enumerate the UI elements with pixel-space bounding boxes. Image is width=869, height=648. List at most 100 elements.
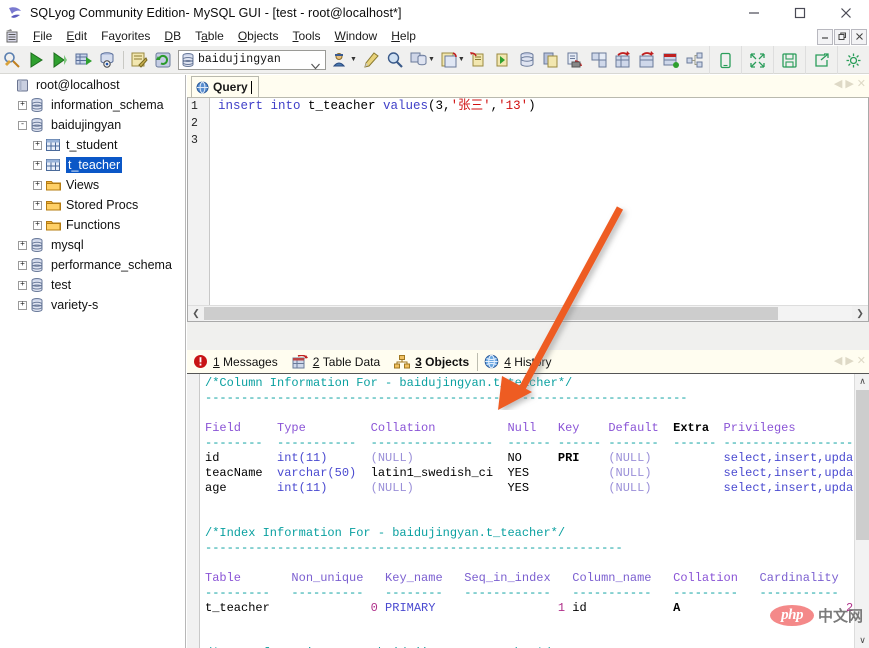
tree-collapse-icon[interactable]: -: [18, 120, 27, 130]
tree-expand-icon[interactable]: +: [18, 280, 27, 290]
tab-table-data[interactable]: 2 Table Data: [286, 350, 388, 373]
tree-node-t-teacher[interactable]: + t_teacher: [0, 155, 185, 175]
tree-expand-icon[interactable]: +: [18, 300, 27, 310]
table-data-icon[interactable]: [660, 48, 682, 72]
save-layout-icon[interactable]: [773, 46, 805, 74]
schema-designer-icon[interactable]: [438, 48, 460, 72]
result-nav-next-icon[interactable]: ▶: [845, 356, 853, 367]
menu-help[interactable]: Help: [384, 27, 423, 46]
scroll-up-icon[interactable]: ∧: [855, 374, 869, 389]
menu-window[interactable]: Window: [328, 27, 385, 46]
hscroll-track[interactable]: [204, 306, 852, 321]
tree-expand-icon[interactable]: +: [33, 180, 42, 190]
sql-editor[interactable]: 1 2 3 insert into t_teacher values(3,'张三',…: [187, 97, 869, 322]
close-button[interactable]: [823, 0, 869, 26]
import-data-icon[interactable]: [468, 48, 490, 72]
object-browser-tree[interactable]: root@localhost + information_schema - baiduj…: [0, 75, 186, 648]
scroll-down-icon[interactable]: ∨: [855, 633, 869, 648]
user-manager-icon[interactable]: [330, 48, 352, 72]
new-connection-icon[interactable]: [1, 48, 23, 72]
mdi-close-button[interactable]: [851, 28, 867, 45]
result-nav-close-icon[interactable]: ✕: [857, 356, 866, 367]
share-icon[interactable]: [805, 46, 837, 74]
hscroll-thumb[interactable]: [204, 307, 778, 320]
result-tab-nav[interactable]: ◀ ▶ ✕: [834, 356, 866, 367]
tree-expand-icon[interactable]: +: [18, 260, 27, 270]
menu-table[interactable]: Table: [188, 27, 231, 46]
tree-expand-icon[interactable]: +: [18, 240, 27, 250]
mdi-restore-button[interactable]: [834, 28, 850, 45]
query-nav-prev-icon[interactable]: ◀: [834, 79, 842, 90]
database-selector[interactable]: baidujingyan: [178, 49, 326, 70]
tab-messages[interactable]: 1 Messages: [187, 350, 286, 373]
backup-database-icon[interactable]: [516, 48, 538, 72]
tree-node-t-student[interactable]: + t_student: [0, 135, 185, 155]
tree-node-views[interactable]: + Views: [0, 175, 185, 195]
tree-expand-icon[interactable]: +: [18, 100, 27, 110]
clean-format-icon[interactable]: [360, 48, 382, 72]
execute-query-icon[interactable]: [25, 48, 47, 72]
restore-database-icon[interactable]: [636, 48, 658, 72]
query-nav-next-icon[interactable]: ▶: [845, 79, 853, 90]
tree-expand-icon[interactable]: +: [33, 220, 42, 230]
table-diagnostics-icon[interactable]: [588, 48, 610, 72]
menu-edit[interactable]: Edit: [59, 27, 94, 46]
object-browser-icon[interactable]: [684, 48, 706, 72]
result-nav-prev-icon[interactable]: ◀: [834, 356, 842, 367]
execute-all-queries-icon[interactable]: [49, 48, 71, 72]
copy-database-icon[interactable]: [540, 48, 562, 72]
tree-node-baidujingyan[interactable]: - baidujingyan: [0, 115, 185, 135]
chevron-down-icon[interactable]: [311, 57, 320, 69]
vscroll-thumb[interactable]: [856, 390, 869, 540]
execute-query-grid-icon[interactable]: [73, 48, 95, 72]
comment-text: /*Index Information For - baidujingyan.t…: [205, 526, 566, 540]
header-rule: ---------: [205, 586, 292, 600]
tree-node-stored-procs[interactable]: + Stored Procs: [0, 195, 185, 215]
mobile-view-icon[interactable]: [709, 46, 741, 74]
tree-expand-icon[interactable]: +: [33, 200, 42, 210]
index-header: Table: [205, 571, 292, 585]
execute-query-preview-icon[interactable]: [97, 48, 119, 72]
export-to-csv-icon[interactable]: [564, 48, 586, 72]
sql-editor-icon[interactable]: [128, 48, 150, 72]
editor-horizontal-scrollbar[interactable]: ❮ ❯: [188, 305, 868, 321]
tree-node-performance-schema[interactable]: + performance_schema: [0, 255, 185, 275]
tab-objects[interactable]: 3 Objects: [388, 350, 477, 373]
tree-node-mysql[interactable]: + mysql: [0, 235, 185, 255]
restore-table-icon[interactable]: [612, 48, 634, 72]
tree-node-functions[interactable]: + Functions: [0, 215, 185, 235]
refresh-objects-icon[interactable]: [152, 48, 174, 72]
column-header: Privileges: [723, 421, 868, 435]
column-info-rule: ----------------------------------------…: [205, 391, 853, 406]
scroll-left-icon[interactable]: ❮: [188, 306, 204, 321]
line-number-gutter: 1 2 3: [188, 98, 210, 321]
minimize-button[interactable]: [731, 0, 777, 26]
menu-db[interactable]: DB: [157, 27, 188, 46]
menu-file[interactable]: FFileile: [26, 27, 59, 46]
database-sync-icon[interactable]: [408, 48, 430, 72]
menu-tools[interactable]: Tools: [286, 27, 328, 46]
menu-favorites[interactable]: Favorites: [94, 27, 157, 46]
query-tab-nav[interactable]: ◀ ▶ ✕: [834, 79, 866, 90]
tree-expand-icon[interactable]: +: [33, 140, 42, 150]
tree-node-label: root@localhost: [36, 78, 120, 92]
tree-node-variety-s[interactable]: + variety-s: [0, 295, 185, 315]
find-icon[interactable]: [384, 48, 406, 72]
query-tab-strip: Query ◀ ▶ ✕: [187, 75, 869, 97]
objects-output-pane[interactable]: /*Column Information For - baidujingyan.…: [187, 374, 869, 648]
tree-node-test[interactable]: + test: [0, 275, 185, 295]
scroll-right-icon[interactable]: ❯: [852, 306, 868, 321]
menu-objects[interactable]: Objects: [231, 27, 286, 46]
tree-node-root-localhost[interactable]: root@localhost: [0, 75, 185, 95]
tree-node-information-schema[interactable]: + information_schema: [0, 95, 185, 115]
maximize-button[interactable]: [777, 0, 823, 26]
tree-expand-icon[interactable]: +: [33, 160, 42, 170]
export-data-icon[interactable]: [492, 48, 514, 72]
settings-gear-icon[interactable]: [837, 46, 869, 74]
tab-history[interactable]: 4 History: [478, 350, 559, 373]
query-tab[interactable]: Query: [191, 76, 259, 97]
mdi-minimize-button[interactable]: [817, 28, 833, 45]
fullscreen-icon[interactable]: [741, 46, 773, 74]
query-nav-close-icon[interactable]: ✕: [857, 79, 866, 90]
sql-code[interactable]: insert into t_teacher values(3,'张三','13'…: [218, 98, 868, 149]
